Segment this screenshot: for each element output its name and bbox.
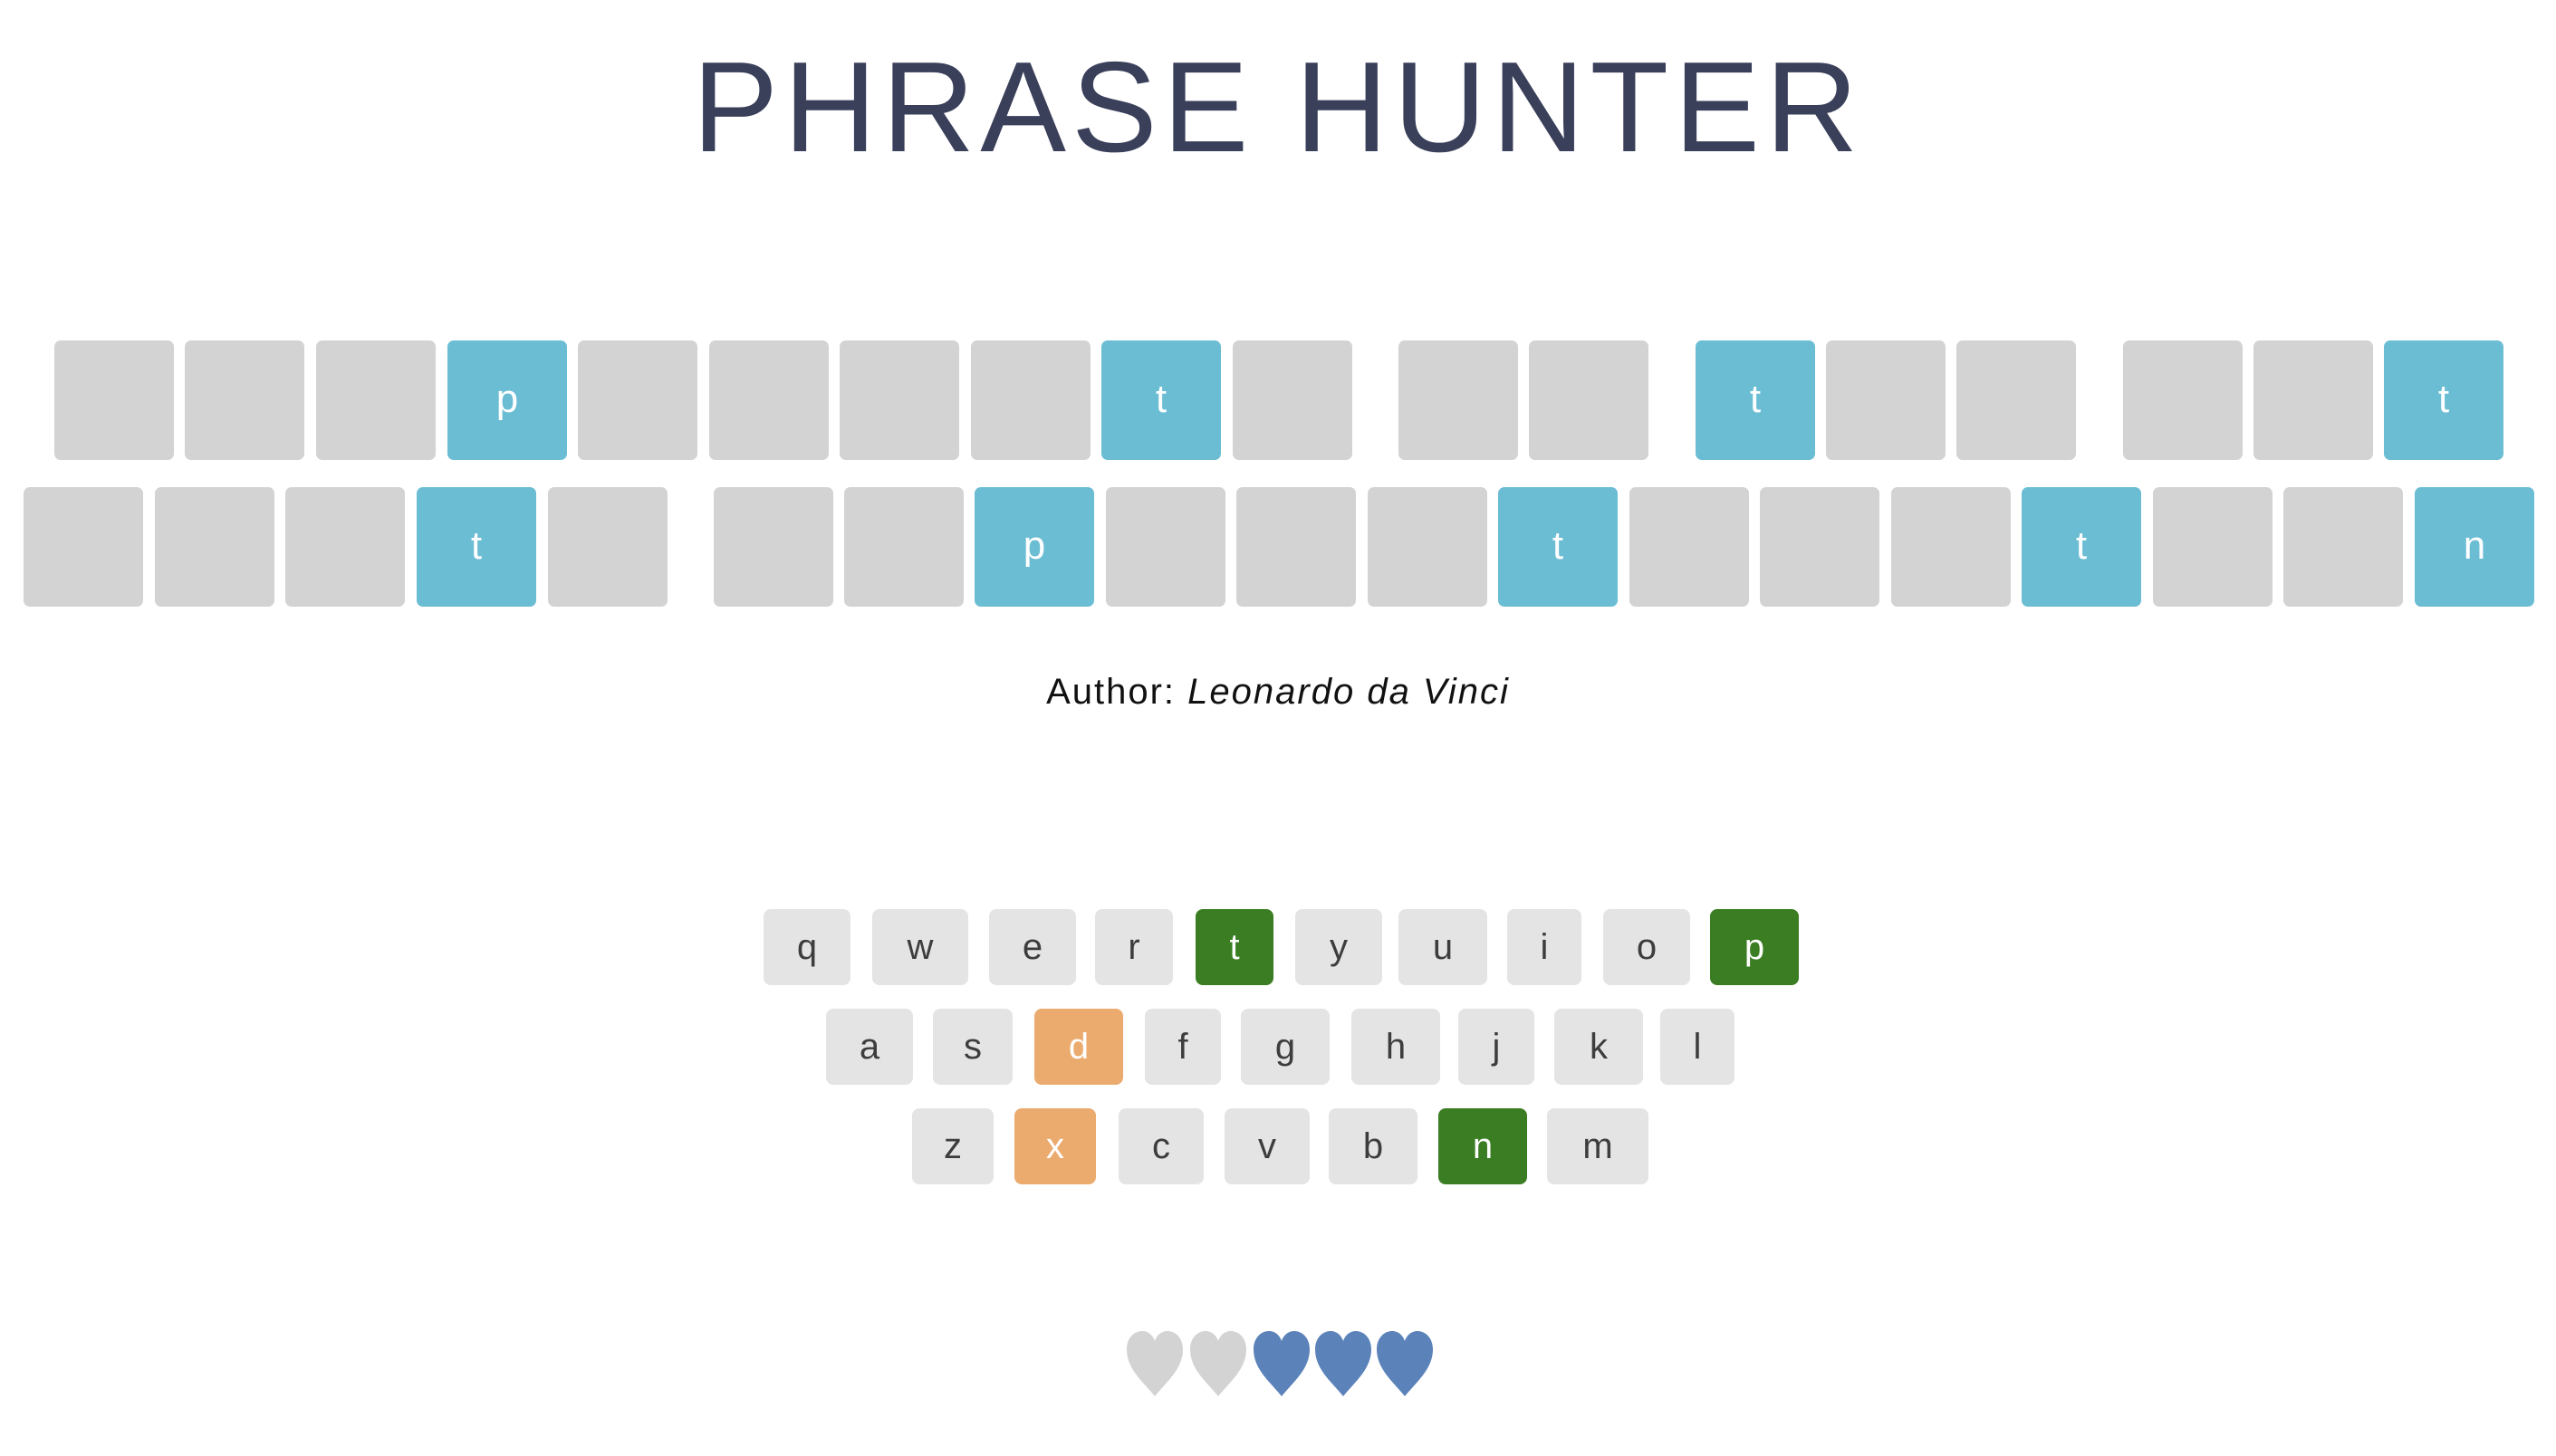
letter-tile-hidden — [54, 340, 174, 460]
letter-tile-shown: p — [975, 487, 1094, 607]
letter-tile-hidden — [24, 487, 143, 607]
key-l[interactable]: l — [1660, 1009, 1734, 1085]
key-h[interactable]: h — [1351, 1009, 1440, 1085]
letter-tile-hidden — [1368, 487, 1487, 607]
key-d[interactable]: d — [1034, 1009, 1123, 1085]
letter-tile-hidden — [1956, 340, 2076, 460]
letter-tile-hidden — [1826, 340, 1946, 460]
letter-tile-hidden — [2253, 340, 2373, 460]
key-m[interactable]: m — [1547, 1108, 1648, 1184]
keyboard-row-2: asdfghjkl — [0, 1009, 2556, 1085]
letter-tile-hidden — [2153, 487, 2273, 607]
letter-tile-shown: t — [1696, 340, 1815, 460]
letter-tile-hidden — [1891, 487, 2011, 607]
key-g[interactable]: g — [1241, 1009, 1330, 1085]
letter-tile-hidden — [709, 340, 829, 460]
letter-tile-hidden — [548, 487, 668, 607]
key-k[interactable]: k — [1554, 1009, 1643, 1085]
letter-tile-shown: t — [2384, 340, 2503, 460]
letter-tile-text: n — [2463, 523, 2486, 568]
letter-tile-hidden — [1106, 487, 1225, 607]
letter-tile-hidden — [840, 340, 959, 460]
letter-tile-hidden — [714, 487, 833, 607]
letter-tile-shown: t — [417, 487, 536, 607]
letter-tile-hidden — [2123, 340, 2243, 460]
letter-tile-hidden — [1629, 487, 1749, 607]
key-u[interactable]: u — [1398, 909, 1487, 985]
key-s[interactable]: s — [933, 1009, 1013, 1085]
key-c[interactable]: c — [1119, 1108, 1204, 1184]
phrase-row-2: tpttn — [0, 487, 2556, 607]
letter-tile-text: p — [1023, 523, 1046, 568]
letter-tile-hidden — [578, 340, 697, 460]
letter-tile-hidden — [971, 340, 1091, 460]
key-w[interactable]: w — [872, 909, 968, 985]
heart-icon — [1377, 1331, 1433, 1396]
letter-tile-hidden — [1529, 340, 1648, 460]
key-r[interactable]: r — [1095, 909, 1173, 985]
letter-tile-shown: t — [2022, 487, 2141, 607]
letter-tile-hidden — [285, 487, 405, 607]
lives-hearts — [0, 1329, 2556, 1402]
letter-tile-text: t — [2437, 377, 2450, 421]
letter-tile-text: t — [470, 523, 483, 568]
author-line: Author: Leonardo da Vinci — [0, 668, 2556, 715]
key-n[interactable]: n — [1438, 1108, 1527, 1184]
letter-tile-text: t — [2075, 523, 2088, 568]
letter-tile-hidden — [155, 487, 274, 607]
letter-tile-text: t — [1749, 377, 1762, 421]
key-f[interactable]: f — [1145, 1009, 1221, 1085]
phrase-row-1: pttt — [0, 340, 2556, 460]
key-b[interactable]: b — [1329, 1108, 1417, 1184]
letter-tile-shown: n — [2415, 487, 2534, 607]
letter-tile-hidden — [1398, 340, 1518, 460]
key-j[interactable]: j — [1458, 1009, 1534, 1085]
heart-lost-icon — [1127, 1331, 1183, 1396]
key-o[interactable]: o — [1603, 909, 1690, 985]
key-q[interactable]: q — [764, 909, 850, 985]
heart-icon — [1315, 1331, 1371, 1396]
key-x[interactable]: x — [1014, 1108, 1096, 1184]
letter-tile-hidden — [316, 340, 436, 460]
letter-tile-text: p — [495, 377, 519, 421]
page-title: PHRASE HUNTER — [692, 35, 1864, 179]
keyboard-row-3: zxcvbnm — [0, 1108, 2556, 1184]
letter-tile-shown: p — [447, 340, 567, 460]
letter-tile-hidden — [185, 340, 304, 460]
letter-tile-hidden — [1233, 340, 1352, 460]
key-t[interactable]: t — [1196, 909, 1273, 985]
letter-tile-shown: t — [1101, 340, 1221, 460]
letter-tile-text: t — [1552, 523, 1564, 568]
letter-tile-hidden — [1760, 487, 1879, 607]
letter-tile-text: t — [1155, 377, 1167, 421]
letter-tile-hidden — [1236, 487, 1356, 607]
key-y[interactable]: y — [1295, 909, 1382, 985]
key-e[interactable]: e — [989, 909, 1076, 985]
key-v[interactable]: v — [1225, 1108, 1310, 1184]
keyboard-row-1: qwertyuiop — [0, 909, 2556, 985]
author-name: Leonardo da Vinci — [1187, 672, 1510, 712]
letter-tile-shown: t — [1498, 487, 1618, 607]
letter-tile-hidden — [2283, 487, 2403, 607]
key-z[interactable]: z — [912, 1108, 994, 1184]
key-p[interactable]: p — [1710, 909, 1799, 985]
key-i[interactable]: i — [1507, 909, 1581, 985]
author-label: Author: — [1046, 672, 1177, 712]
key-a[interactable]: a — [826, 1009, 913, 1085]
letter-tile-hidden — [844, 487, 964, 607]
heart-icon — [1254, 1331, 1310, 1396]
heart-lost-icon — [1190, 1331, 1246, 1396]
